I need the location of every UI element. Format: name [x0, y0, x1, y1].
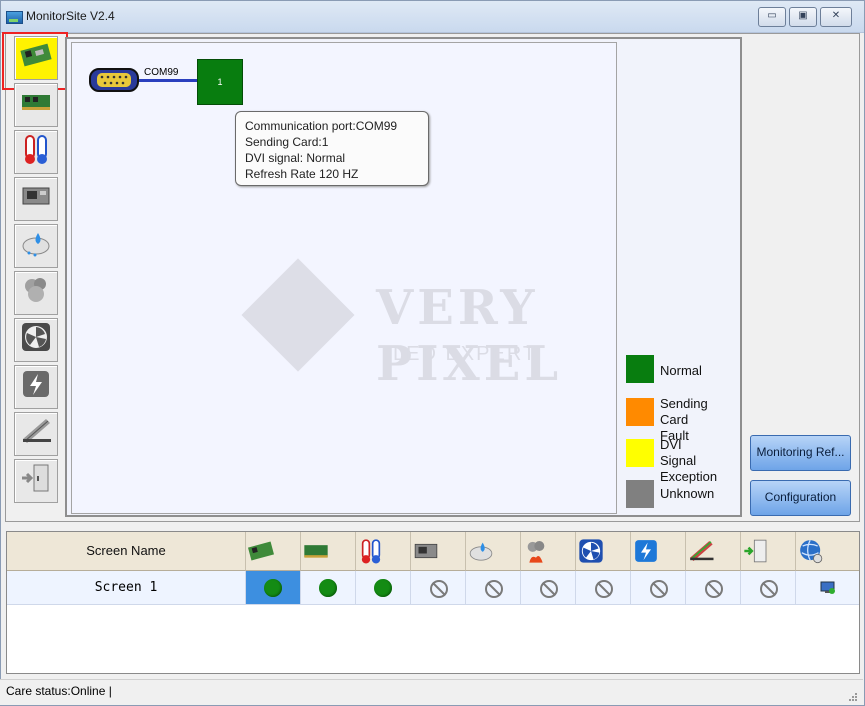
column-header-ribbon-cable[interactable] [686, 532, 741, 571]
screen-name-cell[interactable]: Screen 1 [7, 571, 246, 605]
status-cell-sending-card[interactable] [301, 571, 356, 605]
cabinet-door-icon [744, 539, 767, 563]
sending-card-icon [22, 95, 50, 110]
sending-card-button[interactable] [14, 83, 58, 127]
screen-status-table: Screen Name Screen 1 [6, 531, 860, 674]
status-ok-indicator [319, 578, 337, 597]
column-header-network[interactable] [796, 532, 859, 571]
status-na-icon [485, 579, 503, 598]
sending-card-icon [304, 545, 328, 558]
legend-swatch [626, 439, 654, 467]
humidity-icon [22, 233, 50, 257]
status-na-icon [430, 579, 448, 598]
humidity-button[interactable] [14, 224, 58, 268]
status-na-icon [705, 579, 723, 598]
column-header-cabinet-door[interactable] [741, 532, 796, 571]
hub-card-icon [414, 543, 438, 559]
status-cell-temperature[interactable] [356, 571, 411, 605]
status-cell-cabinet-door[interactable] [741, 571, 796, 605]
receiving-card-icon [248, 541, 274, 561]
smoke-button[interactable] [14, 271, 58, 315]
tooltip-line: DVI signal: Normal [245, 151, 346, 165]
tooltip-line: Sending Card:1 [245, 135, 329, 149]
cabinet-door-button[interactable] [14, 459, 58, 503]
minimize-button[interactable]: ▭ [758, 7, 786, 27]
close-button[interactable]: ✕ [820, 7, 852, 27]
resize-grip-icon[interactable] [848, 692, 858, 702]
maximize-button[interactable]: ▣ [789, 7, 817, 27]
power-icon [23, 371, 49, 397]
temperature-button[interactable] [14, 130, 58, 174]
column-header-humidity[interactable] [466, 532, 521, 571]
hub-card-button[interactable] [14, 177, 58, 221]
column-header-hub-card[interactable] [411, 532, 466, 571]
status-na-icon [650, 579, 668, 598]
smoke-fire-icon [527, 541, 545, 563]
monitoring-refresh-button[interactable]: Monitoring Ref... [750, 435, 851, 471]
monitor-type-toolbar [8, 36, 60, 516]
status-cell-receiving-card[interactable] [246, 571, 301, 605]
fan-button[interactable] [14, 318, 58, 362]
legend-swatch [626, 480, 654, 508]
display-ok-icon [820, 581, 835, 594]
column-header-receiving-card[interactable] [246, 532, 301, 571]
receiving-card-icon [20, 43, 52, 67]
care-status-text: Care status:Online | [6, 684, 112, 698]
status-cell-humidity[interactable] [466, 571, 521, 605]
ribbon-cable-button[interactable] [14, 412, 58, 456]
power-button[interactable] [14, 365, 58, 409]
ribbon-cable-icon [690, 541, 714, 561]
status-bar: Care status:Online | [0, 679, 863, 705]
status-na-icon [760, 579, 778, 598]
status-cell-ribbon-cable[interactable] [686, 571, 741, 605]
column-header-fan[interactable] [576, 532, 631, 571]
network-globe-icon [800, 539, 823, 564]
power-icon [635, 540, 657, 562]
fan-icon [22, 323, 50, 351]
tooltip-line: Communication port:COM99 [245, 119, 398, 133]
port-info-tooltip: Communication port:COM99 Sending Card:1 … [235, 111, 429, 186]
sending-card-node[interactable]: 1 [197, 59, 243, 105]
temperature-icon [25, 135, 47, 164]
app-icon [6, 11, 23, 24]
window-title: MonitorSite V2.4 [26, 9, 115, 23]
status-ok-indicator [264, 578, 282, 597]
serial-port-icon[interactable] [89, 66, 139, 94]
legend-swatch [626, 398, 654, 426]
fan-icon [579, 539, 603, 563]
status-na-icon [595, 579, 613, 598]
hub-card-icon [22, 187, 50, 205]
legend-label: Normal [660, 363, 702, 378]
legend-label: Unknown [660, 486, 715, 501]
status-cell-smoke[interactable] [521, 571, 576, 605]
status-na-icon [540, 579, 558, 598]
temperature-icon [361, 539, 381, 564]
column-header-temperature[interactable] [356, 532, 411, 571]
smoke-icon [25, 278, 46, 302]
configuration-button[interactable]: Configuration [750, 480, 851, 516]
status-cell-power[interactable] [631, 571, 686, 605]
title-bar: MonitorSite V2.4 ▭ ▣ ✕ [1, 1, 864, 33]
column-header-sending-card[interactable] [301, 532, 356, 571]
port-label: COM99 [144, 67, 179, 78]
legend-swatch [626, 355, 654, 383]
status-cell-network[interactable] [796, 571, 859, 605]
connection-line [139, 79, 197, 82]
status-cell-fan[interactable] [576, 571, 631, 605]
ribbon-cable-icon [23, 419, 51, 443]
status-cell-hub-card[interactable] [411, 571, 466, 605]
status-ok-indicator [374, 578, 392, 597]
humidity-icon [469, 542, 493, 561]
column-header-screen-name[interactable]: Screen Name [7, 532, 246, 571]
receiving-card-button[interactable] [14, 36, 58, 80]
cabinet-door-icon [22, 464, 49, 492]
column-header-smoke[interactable] [521, 532, 576, 571]
tooltip-line: Refresh Rate 120 HZ [245, 167, 359, 181]
column-header-power[interactable] [631, 532, 686, 571]
legend-label: DVI Signal Exception [660, 437, 718, 484]
